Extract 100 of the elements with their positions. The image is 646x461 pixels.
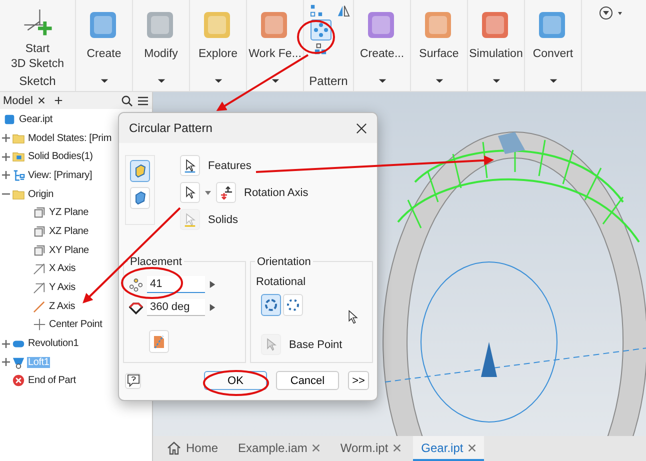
cursor-icon	[184, 212, 196, 226]
browser-tab[interactable]: Model	[3, 94, 33, 106]
end-icon	[12, 374, 25, 388]
caret-icon[interactable]	[492, 78, 500, 84]
tree-item[interactable]: XY Plane	[48, 244, 90, 256]
ribbon-button[interactable]: Simulation	[468, 0, 524, 72]
annotation-circle	[121, 267, 183, 299]
start-sketch-button[interactable]: Start 3D Sketch	[10, 0, 66, 72]
tree-item[interactable]: End of Part	[27, 375, 77, 386]
caret-icon[interactable]	[214, 78, 222, 84]
selector-label: Features	[208, 160, 252, 172]
fitted-button[interactable]	[149, 330, 169, 353]
home-icon	[167, 440, 181, 454]
tree-item[interactable]: Solid Bodies(1)	[27, 151, 94, 162]
document-tab[interactable]: Example.iam	[230, 436, 328, 461]
document-tab[interactable]: Home	[159, 436, 226, 461]
dialog-title: Circular Pattern	[129, 121, 212, 135]
base-point-label: Base Point	[289, 338, 342, 350]
panel-title: Pattern	[309, 74, 348, 88]
document-tab[interactable]: Worm.ipt	[332, 436, 410, 461]
cancel-button[interactable]: Cancel	[276, 371, 339, 390]
caret-icon[interactable]	[434, 78, 444, 84]
tree-item[interactable]: Center Point	[48, 319, 104, 330]
expand-icon[interactable]	[2, 340, 10, 348]
tree-item[interactable]: X Axis	[48, 263, 77, 274]
loft-icon	[12, 356, 25, 369]
add-icon[interactable]	[54, 96, 63, 105]
caret-icon[interactable]	[156, 78, 166, 84]
mirror-icon[interactable]	[336, 4, 350, 17]
caret-icon[interactable]	[548, 78, 558, 84]
dropdown-menu-icon[interactable]	[598, 6, 622, 20]
arrow-right-icon[interactable]	[209, 303, 216, 312]
expand-icon[interactable]	[2, 134, 10, 142]
tree-item[interactable]: Y Axis	[48, 282, 76, 294]
circular-pattern-icon[interactable]	[310, 19, 332, 41]
ribbon-button[interactable]: Convert	[532, 0, 574, 72]
view-icon	[12, 168, 25, 182]
tree-item[interactable]: YZ Plane	[48, 207, 90, 218]
axis-icon	[33, 262, 46, 276]
close-icon[interactable]	[36, 96, 46, 105]
fitted-pattern-icon	[152, 334, 166, 350]
rectangular-pattern-icon[interactable]	[310, 4, 322, 17]
panel-title: Sketch	[19, 74, 56, 88]
select-button[interactable]	[180, 182, 200, 203]
cursor-icon	[184, 186, 196, 200]
annotation-circle	[203, 370, 269, 396]
tree-item[interactable]: Model States: [Prim	[27, 132, 112, 144]
ribbon-button[interactable]: Work Fe...	[248, 0, 302, 72]
ribbon-button[interactable]: Create...	[358, 0, 406, 72]
search-icon[interactable]	[121, 94, 133, 106]
mode-button[interactable]	[130, 160, 150, 182]
solid-icon	[133, 164, 147, 178]
cursor-icon	[265, 338, 277, 352]
flip-button[interactable]	[216, 182, 236, 203]
tree-item[interactable]: Gear.ipt	[18, 114, 54, 125]
expand-icon[interactable]	[2, 152, 10, 161]
count-field[interactable]: 41	[147, 276, 205, 293]
more-button[interactable]: >>	[348, 371, 369, 390]
tree-item[interactable]: Origin	[27, 188, 54, 200]
selector-label: Solids	[208, 214, 238, 226]
arrow-right-icon[interactable]	[209, 280, 216, 289]
caret-icon[interactable]	[100, 78, 108, 84]
close-icon[interactable]	[356, 122, 367, 134]
ribbon-button[interactable]: Create	[85, 0, 123, 72]
group-title: Placement	[128, 256, 184, 268]
selector-label: Rotation Axis	[244, 186, 308, 198]
folder-icon	[12, 132, 25, 145]
expand-icon[interactable]	[2, 358, 10, 366]
select-button[interactable]	[180, 155, 200, 176]
expand-icon[interactable]	[2, 171, 10, 180]
tree-item[interactable]: View: [Primary]	[27, 170, 94, 181]
caret-icon[interactable]	[270, 78, 280, 84]
menu-icon[interactable]	[137, 94, 149, 106]
bodies-icon	[12, 150, 25, 164]
group-title: Orientation	[255, 256, 313, 268]
folder-icon	[12, 188, 25, 201]
ribbon-button[interactable]: Surface	[418, 0, 460, 72]
caret-icon[interactable]	[378, 78, 386, 84]
help-button[interactable]	[125, 372, 141, 388]
cursor-icon	[184, 158, 196, 172]
angle-field[interactable]: 360 deg	[147, 299, 205, 316]
tree-item[interactable]: Z Axis	[48, 300, 76, 312]
ribbon-button[interactable]: Explore	[198, 0, 238, 72]
tree-item[interactable]: Revolution1	[27, 338, 80, 350]
document-tab[interactable]: Gear.ipt	[413, 436, 484, 461]
tree-item[interactable]: XZ Plane	[48, 226, 90, 237]
part-icon	[3, 112, 16, 126]
rotational-label: Rotational	[256, 276, 307, 288]
help-icon	[126, 374, 140, 387]
point-icon	[33, 318, 46, 332]
flip-arrows-icon	[219, 186, 233, 200]
sketch-pattern-icon[interactable]	[314, 43, 326, 56]
mouse-cursor-icon	[348, 310, 358, 324]
count-icon	[129, 278, 143, 292]
ribbon-button[interactable]: Modify	[142, 0, 180, 72]
solid-icon	[133, 191, 147, 205]
orientation-button[interactable]	[261, 294, 281, 316]
angle-icon	[129, 300, 143, 314]
rotation-icon	[264, 298, 278, 312]
axis-icon	[33, 281, 46, 294]
